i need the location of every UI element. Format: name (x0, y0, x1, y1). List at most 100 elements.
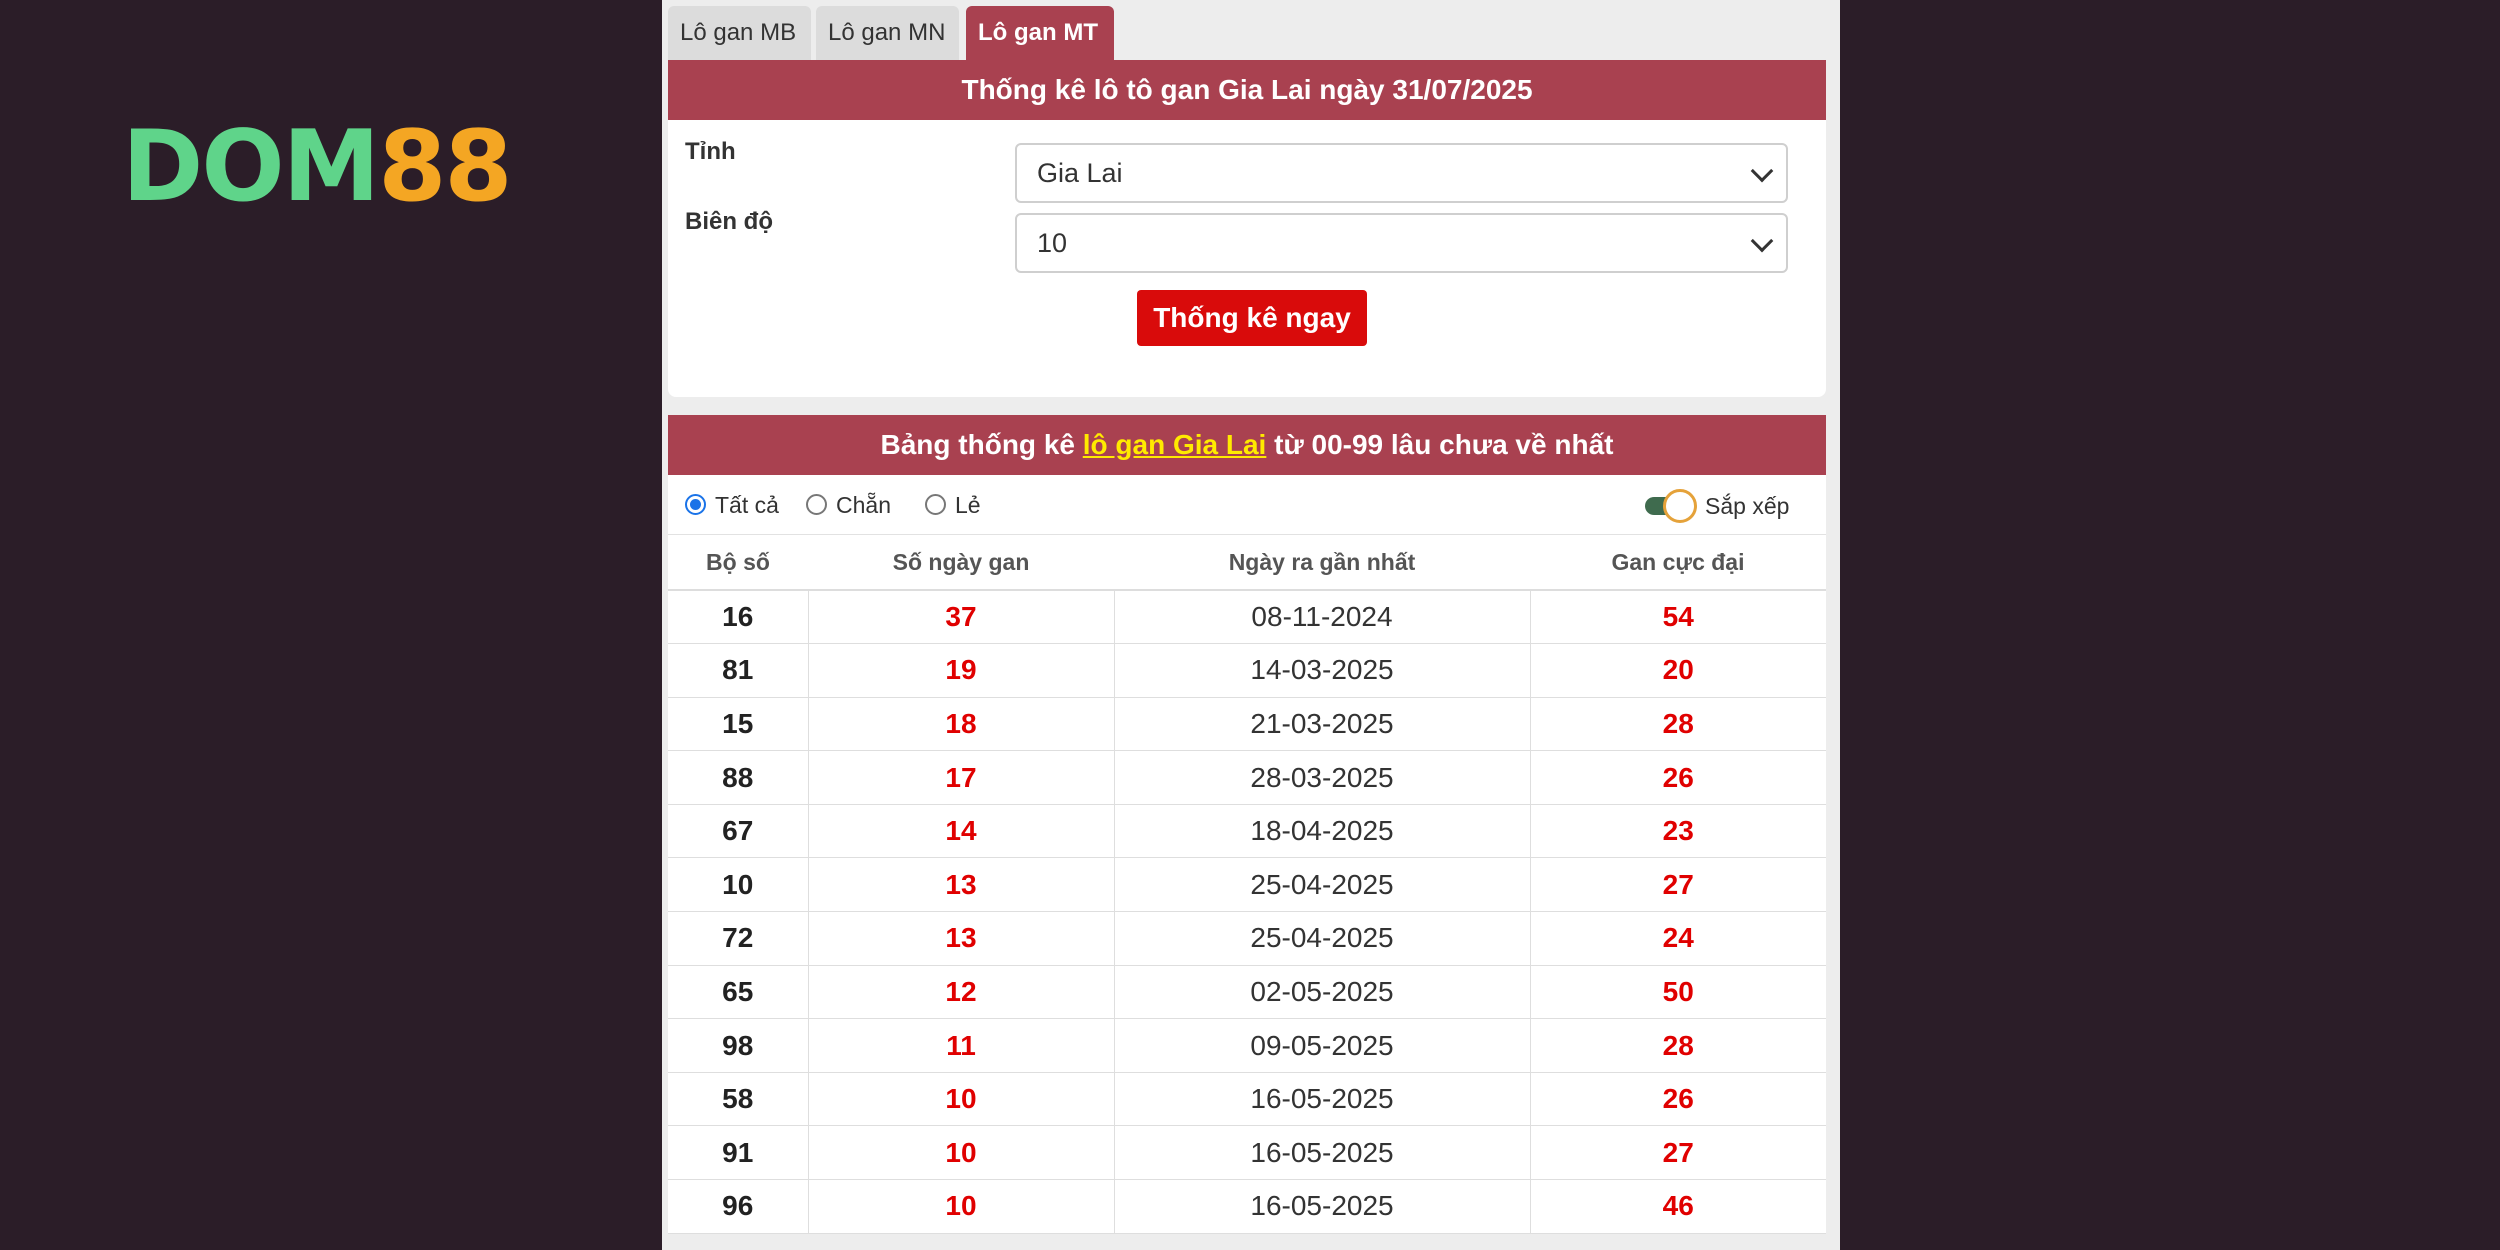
filter-bar: Tất cả Chẵn Lẻ Sắp xếp (668, 475, 1826, 535)
results-title: Bảng thống kê lô gan Gia Lai từ 00-99 lâ… (668, 415, 1826, 475)
sort-toggle-label: Sắp xếp (1705, 493, 1790, 519)
cell-last-date: 25-04-2025 (1114, 857, 1531, 913)
cell-last-date: 16-05-2025 (1114, 1072, 1531, 1127)
cell-last-date: 09-05-2025 (1114, 1018, 1531, 1073)
province-select[interactable]: Gia Lai (1015, 143, 1788, 203)
cell-days: 10 (808, 1125, 1115, 1181)
dom88-logo: DOM88 (122, 118, 513, 216)
cell-days: 18 (808, 697, 1115, 752)
table-row: 58 10 16-05-2025 26 (668, 1072, 1826, 1127)
cell-number: 96 (668, 1179, 809, 1234)
cell-days: 10 (808, 1072, 1115, 1127)
cell-last-date: 16-05-2025 (1114, 1179, 1531, 1234)
cell-days: 13 (808, 911, 1115, 966)
filter-radio-odd[interactable]: Lẻ (925, 493, 981, 517)
filter-radio-even[interactable]: Chẵn (806, 493, 891, 517)
stats-form-card: Thống kê lô tô gan Gia Lai ngày 31/07/20… (668, 60, 1826, 397)
range-select-value: 10 (1037, 228, 1068, 258)
cell-max-gap: 46 (1530, 1179, 1826, 1234)
cell-number: 72 (668, 911, 809, 966)
cell-number: 98 (668, 1018, 809, 1073)
cell-days: 14 (808, 804, 1115, 859)
cell-max-gap: 27 (1530, 857, 1826, 913)
submit-stats-button[interactable]: Thống kê ngay (1137, 290, 1367, 346)
table-row: 81 19 14-03-2025 20 (668, 643, 1826, 698)
cell-last-date: 28-03-2025 (1114, 750, 1531, 805)
cell-days: 37 (808, 590, 1115, 645)
cell-last-date: 18-04-2025 (1114, 804, 1531, 859)
results-table: Bộ số Số ngày gan Ngày ra gần nhất Gan c… (668, 535, 1826, 1234)
cell-max-gap: 24 (1530, 911, 1826, 966)
province-select-value: Gia Lai (1037, 158, 1123, 188)
tab-lo-gan-mt[interactable]: Lô gan MT (966, 6, 1114, 60)
filter-label: Chẵn (836, 492, 891, 518)
column-header-last-date: Ngày ra gần nhất (1114, 535, 1530, 591)
results-title-prefix: Bảng thống kê (880, 429, 1075, 460)
results-card: Bảng thống kê lô gan Gia Lai từ 00-99 lâ… (668, 415, 1826, 1234)
toggle-knob (1663, 489, 1697, 523)
cell-number: 88 (668, 750, 809, 805)
cell-days: 12 (808, 965, 1115, 1020)
cell-max-gap: 20 (1530, 643, 1826, 698)
filter-radio-all[interactable]: Tất cả (685, 493, 779, 517)
table-row: 10 13 25-04-2025 27 (668, 857, 1826, 913)
table-row: 72 13 25-04-2025 24 (668, 911, 1826, 966)
tab-lo-gan-mb[interactable]: Lô gan MB (668, 6, 811, 60)
cell-max-gap: 27 (1530, 1125, 1826, 1181)
tab-lo-gan-mn[interactable]: Lô gan MN (816, 6, 959, 60)
cell-last-date: 25-04-2025 (1114, 911, 1531, 966)
cell-last-date: 16-05-2025 (1114, 1125, 1531, 1181)
cell-number: 67 (668, 804, 809, 859)
cell-days: 19 (808, 643, 1115, 698)
table-row: 16 37 08-11-2024 54 (668, 590, 1826, 645)
cell-number: 81 (668, 643, 809, 698)
column-header-max-gap: Gan cực đại (1530, 535, 1826, 591)
cell-last-date: 08-11-2024 (1114, 590, 1531, 645)
cell-max-gap: 28 (1530, 1018, 1826, 1073)
cell-max-gap: 50 (1530, 965, 1826, 1020)
cell-days: 10 (808, 1179, 1115, 1234)
results-title-link[interactable]: lô gan Gia Lai (1083, 429, 1267, 460)
cell-last-date: 14-03-2025 (1114, 643, 1531, 698)
cell-number: 91 (668, 1125, 809, 1181)
results-title-suffix: từ 00-99 lâu chưa về nhất (1274, 429, 1614, 460)
range-row: Biên độ 10 (668, 206, 1826, 290)
tab-bar: Lô gan MB Lô gan MN Lô gan MT (668, 0, 1826, 60)
cell-number: 10 (668, 857, 809, 913)
filter-label: Tất cả (715, 492, 779, 518)
cell-number: 65 (668, 965, 809, 1020)
cell-max-gap: 28 (1530, 697, 1826, 752)
table-header-row: Bộ số Số ngày gan Ngày ra gần nhất Gan c… (668, 535, 1826, 591)
cell-days: 13 (808, 857, 1115, 913)
cell-days: 11 (808, 1018, 1115, 1073)
cell-days: 17 (808, 750, 1115, 805)
province-label: Tỉnh (685, 138, 736, 165)
range-select[interactable]: 10 (1015, 213, 1788, 273)
column-header-number: Bộ số (668, 535, 808, 591)
radio-icon (806, 494, 827, 515)
chevron-down-icon (1750, 159, 1774, 183)
column-header-days: Số ngày gan (808, 535, 1114, 591)
cell-number: 15 (668, 697, 809, 752)
cell-max-gap: 26 (1530, 750, 1826, 805)
table-row: 88 17 28-03-2025 26 (668, 750, 1826, 805)
table-row: 65 12 02-05-2025 50 (668, 965, 1826, 1020)
table-row: 98 11 09-05-2025 28 (668, 1018, 1826, 1073)
cell-last-date: 02-05-2025 (1114, 965, 1531, 1020)
cell-number: 16 (668, 590, 809, 645)
cell-max-gap: 54 (1530, 590, 1826, 645)
logo-text-88: 88 (378, 110, 512, 224)
table-row: 91 10 16-05-2025 27 (668, 1125, 1826, 1181)
filter-label: Lẻ (955, 492, 981, 518)
chevron-down-icon (1750, 229, 1774, 253)
range-label: Biên độ (685, 208, 773, 235)
cell-max-gap: 23 (1530, 804, 1826, 859)
cell-number: 58 (668, 1072, 809, 1127)
cell-last-date: 21-03-2025 (1114, 697, 1531, 752)
content-panel: Lô gan MB Lô gan MN Lô gan MT Thống kê l… (662, 0, 1840, 1250)
cell-max-gap: 26 (1530, 1072, 1826, 1127)
sort-toggle[interactable] (1645, 489, 1697, 523)
table-row: 15 18 21-03-2025 28 (668, 697, 1826, 752)
logo-text-dom: DOM (122, 110, 380, 224)
form-title: Thống kê lô tô gan Gia Lai ngày 31/07/20… (668, 60, 1826, 120)
